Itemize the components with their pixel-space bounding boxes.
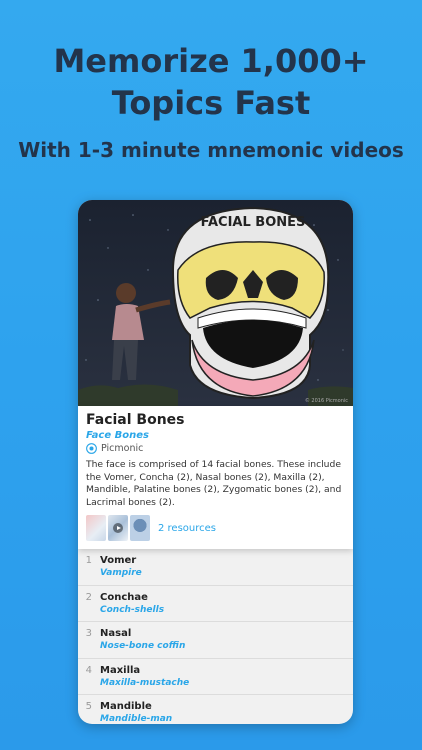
list-item-title: Conchae xyxy=(100,591,148,603)
list-item[interactable]: 3 Nasal Nose-bone coffin xyxy=(78,622,353,659)
list-item-title: Maxilla xyxy=(100,664,141,676)
list-item-title: Mandible xyxy=(100,701,152,712)
topic-description: The face is comprised of 14 facial bones… xyxy=(86,459,342,508)
play-icon xyxy=(113,523,123,533)
phone-screen: FACIAL BONES © 2016 Picmonic Facial Bone… xyxy=(78,200,353,724)
resource-thumbnail[interactable] xyxy=(86,515,106,541)
resource-thumbnail-video[interactable] xyxy=(108,515,128,541)
subheadline: With 1-3 minute mnemonic videos xyxy=(18,138,404,162)
facial-bones-illustration: FACIAL BONES © 2016 Picmonic xyxy=(78,200,353,406)
resource-thumbnails[interactable] xyxy=(86,515,150,541)
list-item-mnemonic: Conch-shells xyxy=(100,604,165,615)
topic-card: Facial Bones Face Bones Picmonic The fac… xyxy=(78,406,353,549)
topic-category-link[interactable]: Face Bones xyxy=(86,430,345,441)
list-item-number: 3 xyxy=(85,628,92,639)
list-item-number: 2 xyxy=(85,591,92,603)
list-item[interactable]: 4 Maxilla Maxilla-mustache xyxy=(78,659,353,695)
resources-link[interactable]: 2 resources xyxy=(158,523,216,534)
topic-source: Picmonic xyxy=(86,443,345,454)
headline-line-2: Topics Fast xyxy=(111,84,311,122)
list-item[interactable]: 1 Vomer Vampire xyxy=(78,549,353,586)
list-item-number: 5 xyxy=(85,701,92,712)
hero-illustration[interactable]: FACIAL BONES © 2016 Picmonic xyxy=(78,200,353,406)
list-item[interactable]: 5 Mandible Mandible-man xyxy=(78,695,353,724)
topic-source-label: Picmonic xyxy=(101,443,144,454)
resource-thumbnail[interactable] xyxy=(130,515,150,541)
list-item-mnemonic: Nose-bone coffin xyxy=(100,641,186,651)
topic-title: Facial Bones xyxy=(86,412,185,428)
headline-line-1: Memorize 1,000+ xyxy=(53,42,369,80)
hero-art-title: FACIAL BONES xyxy=(201,215,306,230)
eye-icon xyxy=(86,443,97,454)
list-item-mnemonic: Maxilla-mustache xyxy=(100,677,190,688)
mnemonic-list: 1 Vomer Vampire 2 Conchae Conch-shells 3… xyxy=(78,549,353,724)
headline: Memorize 1,000+ Topics Fast xyxy=(0,40,422,124)
list-item[interactable]: 2 Conchae Conch-shells xyxy=(78,586,353,622)
list-item-title: Nasal xyxy=(100,628,132,639)
list-item-mnemonic: Mandible-man xyxy=(100,714,173,724)
hero-copyright: © 2016 Picmonic xyxy=(305,397,348,404)
list-item-number: 4 xyxy=(85,664,92,676)
list-item-number: 1 xyxy=(85,555,92,566)
resources-row[interactable]: 2 resources xyxy=(86,515,345,541)
list-item-mnemonic: Vampire xyxy=(100,568,142,578)
list-item-title: Vomer xyxy=(100,555,137,566)
